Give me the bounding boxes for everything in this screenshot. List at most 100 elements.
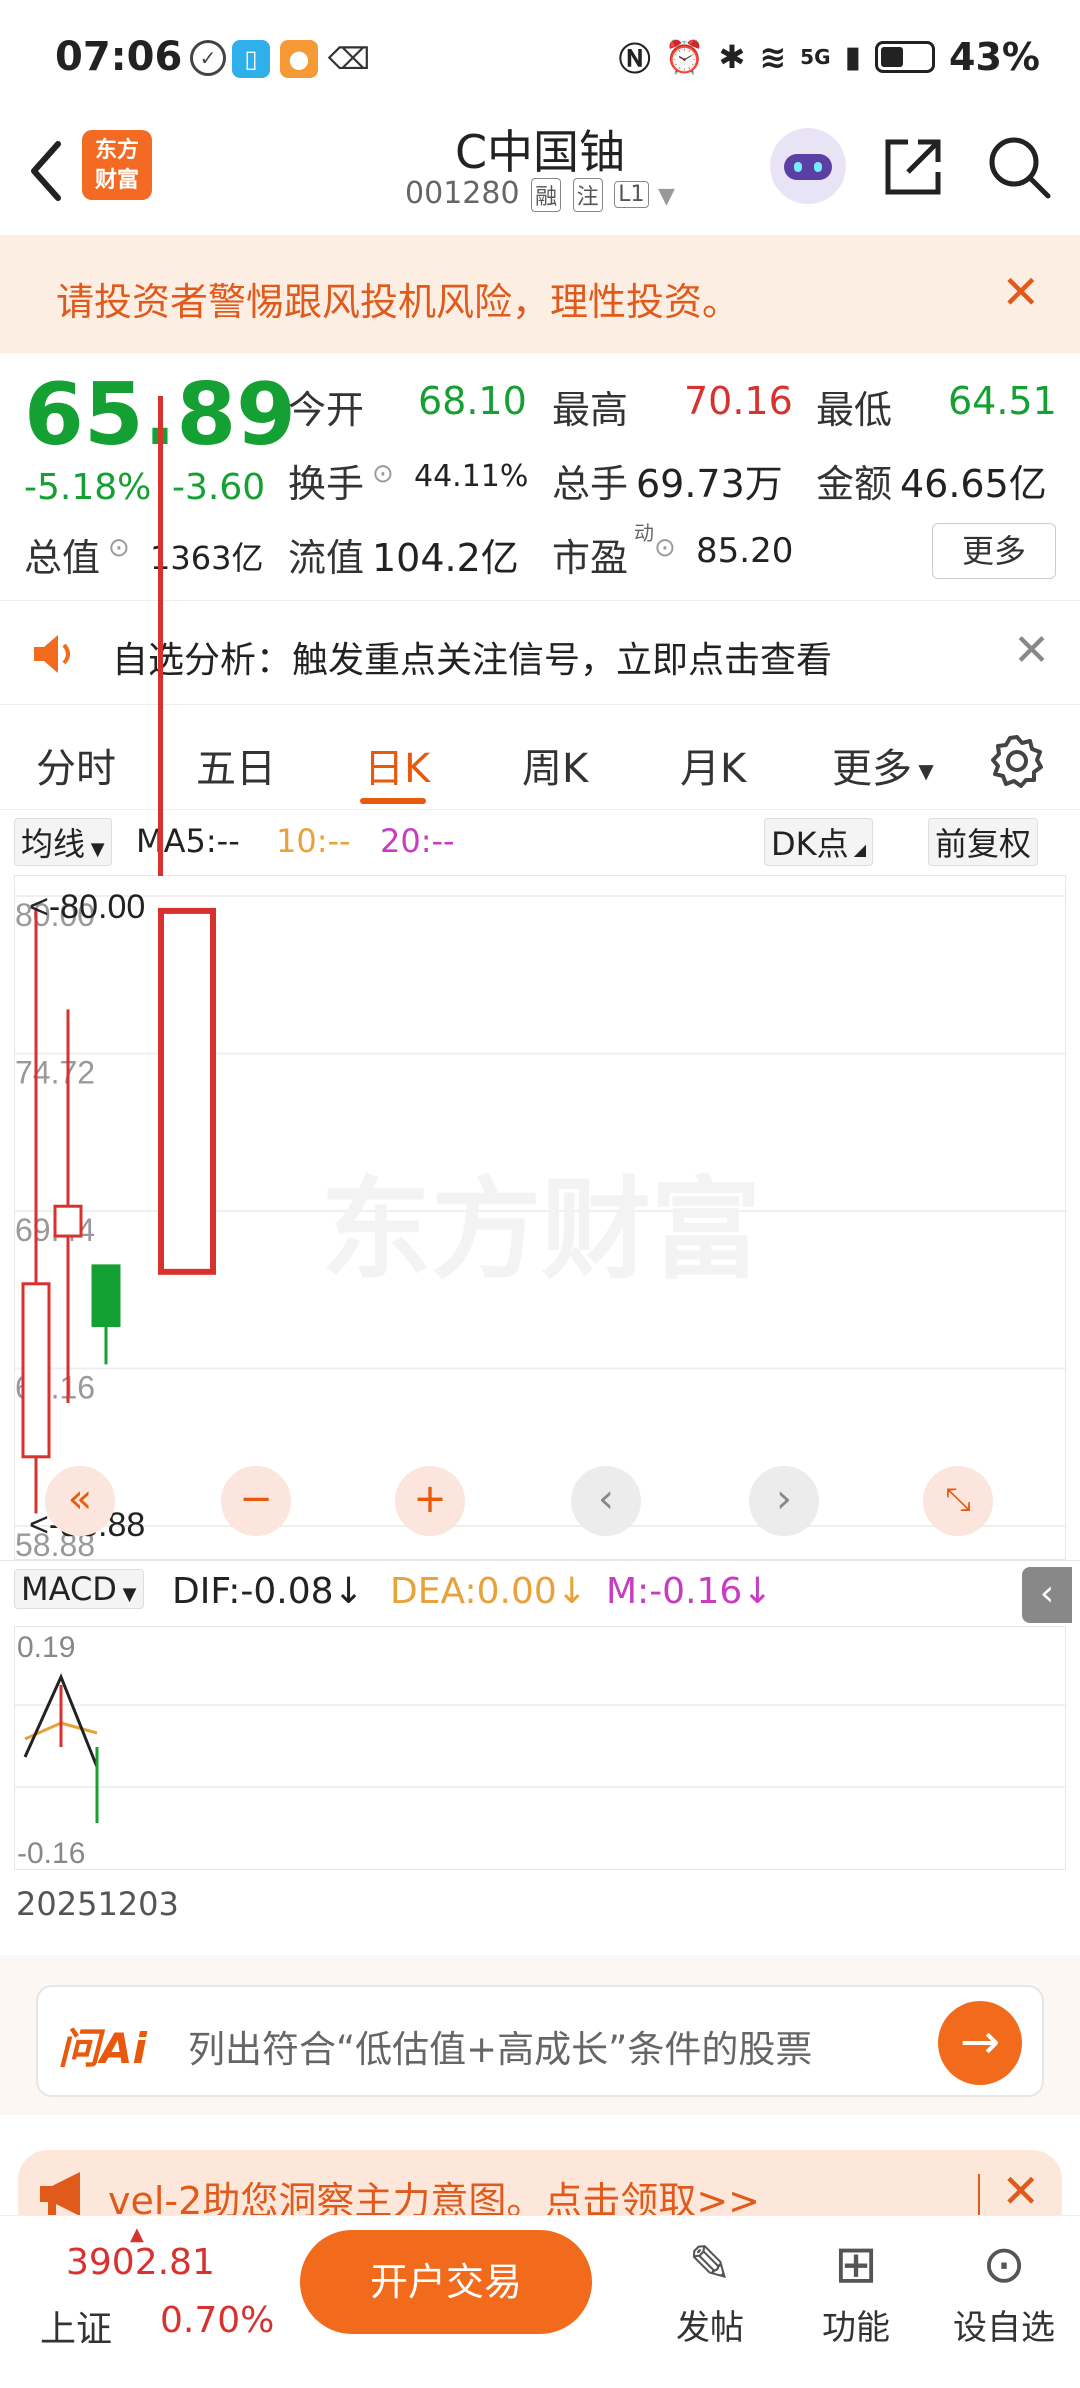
wifi-icon: ≋	[759, 38, 787, 76]
open-label: 今开	[288, 388, 365, 432]
notice-text: 自选分析：触发重点关注信号，立即点击查看	[112, 640, 833, 681]
macd-m: M:-0.16↓	[606, 1571, 773, 1612]
nav-functions[interactable]: ⊞ 功能	[796, 2230, 916, 2349]
volume-value: 69.73万	[636, 462, 783, 506]
info-icon[interactable]: ⊙	[654, 533, 676, 563]
amount-value: 46.65亿	[900, 462, 1047, 506]
highlight-line	[158, 396, 163, 876]
index-widget[interactable]: ▲ 3902.81 上证 0.70%	[40, 2216, 280, 2366]
index-value: 3902.81	[66, 2242, 215, 2283]
megaphone-icon	[40, 2172, 80, 2216]
change-percent: -5.18%	[24, 467, 152, 508]
risk-warning-text: 请投资者警惕跟风投机风险，理性投资。	[56, 280, 741, 324]
edit-icon: ✎	[688, 2235, 732, 2295]
open-value: 68.10	[418, 379, 527, 423]
caret-down-icon: ▼	[658, 184, 675, 209]
macd-dif: DIF:-0.08↓	[172, 1571, 364, 1612]
open-account-trade-button[interactable]: 开户交易	[300, 2230, 592, 2334]
next-button[interactable]: ›	[749, 1466, 819, 1536]
tab-five-day[interactable]: 五日	[196, 736, 276, 794]
mktcap-value: 1363亿	[150, 539, 264, 577]
battery-icon	[875, 41, 936, 73]
nav-post[interactable]: ✎ 发帖	[650, 2230, 770, 2349]
tab-intraday[interactable]: 分时	[36, 736, 116, 794]
fullscreen-button[interactable]: ⤡	[923, 1466, 993, 1536]
close-icon[interactable]: ✕	[1001, 265, 1040, 319]
high-label: 最高	[552, 388, 629, 432]
macd-indicator-row: MACD ▼ DIF:-0.08↓ DEA:0.00↓ M:-0.16↓ ‹	[0, 1560, 1080, 1626]
chart-date: 20251203	[16, 1885, 179, 1923]
close-icon[interactable]: ✕	[1001, 2164, 1040, 2218]
ai-brand: 问Ai	[58, 2024, 147, 2073]
search-icon[interactable]	[984, 132, 1054, 202]
nfc-icon: Ⓝ	[618, 40, 651, 78]
active-tab-indicator	[360, 798, 426, 804]
tag-registration: 注	[572, 177, 603, 212]
speed-icon: ✓	[190, 40, 226, 76]
nav-add-watchlist[interactable]: ⊙ 设自选	[944, 2230, 1064, 2349]
close-icon[interactable]: ✕	[1013, 625, 1050, 676]
ai-search-box[interactable]: 问Ai 列出符合“低估值+高成长”条件的股票 →	[36, 1985, 1044, 2097]
dk-point-button[interactable]: DK点 ◢	[764, 818, 874, 866]
candle-body	[91, 1264, 121, 1328]
battery-percent: 43%	[949, 35, 1040, 79]
tag-level: L1	[614, 181, 649, 208]
float-label: 流值	[288, 536, 365, 580]
more-quote-button[interactable]: 更多	[932, 523, 1056, 579]
tab-daily-k[interactable]: 日K	[364, 736, 430, 794]
robot-avatar-icon[interactable]	[770, 128, 846, 204]
watermark: 东方财富	[321, 1169, 761, 1292]
status-time: 07:06	[55, 34, 183, 80]
candle-body	[53, 1204, 83, 1238]
scroll-left-fast-button[interactable]: «	[45, 1466, 115, 1536]
index-name: 上证	[40, 2309, 113, 2350]
volume-label: 总手	[552, 462, 629, 506]
turnover-label: 换手	[288, 462, 365, 506]
y-axis-label: 74.72	[15, 1055, 95, 1091]
mktcap-label: 总值	[24, 536, 101, 580]
macd-chart[interactable]: 0.19 -0.16	[14, 1626, 1067, 1870]
status-right: Ⓝ ⏰ ✱ ≋ 5G ▮ 43%	[619, 34, 1040, 80]
info-icon[interactable]: ⊙	[108, 533, 130, 563]
risk-warning-banner: 请投资者警惕跟风投机风险，理性投资。 ✕	[0, 235, 1080, 353]
signal-icon: ▮	[844, 39, 862, 75]
prev-button[interactable]: ‹	[571, 1466, 641, 1536]
info-icon[interactable]: ⊙	[372, 459, 394, 489]
high-value: 70.16	[684, 379, 793, 423]
candle-body	[158, 907, 216, 1275]
index-percent: 0.70%	[160, 2300, 275, 2341]
status-bar: 07:06 ✓ ▯ ● ⌫ Ⓝ ⏰ ✱ ≋ 5G ▮ 43%	[0, 0, 1080, 110]
ma-type-select[interactable]: 均线 ▼	[14, 818, 112, 866]
zoom-in-button[interactable]: +	[395, 1466, 465, 1536]
macd-y-top: 0.19	[17, 1631, 75, 1664]
adjust-button[interactable]: 前复权	[928, 818, 1039, 866]
bottom-nav: ▲ 3902.81 上证 0.70% 开户交易 ✎ 发帖 ⊞ 功能 ⊙ 设自选	[0, 2215, 1080, 2388]
share-icon[interactable]	[880, 134, 946, 200]
arrow-right-icon[interactable]: →	[938, 2001, 1022, 2085]
float-value: 104.2亿	[372, 536, 519, 580]
ma5-value: MA5:--	[136, 822, 240, 860]
tab-monthly-k[interactable]: 月K	[680, 736, 746, 794]
speaker-icon	[34, 635, 70, 673]
tab-more[interactable]: 更多 ▼	[832, 736, 934, 794]
grid-icon: ⊞	[834, 2235, 878, 2295]
candle-body	[21, 1282, 51, 1459]
divider	[978, 2174, 980, 2218]
book-app-icon: ▯	[232, 40, 270, 78]
tab-weekly-k[interactable]: 周K	[522, 736, 588, 794]
pe-value: 85.20	[696, 531, 794, 571]
kline-chart[interactable]: 东方财富 80.0074.7269.4464.1658.88 <-80.00 <…	[14, 396, 1067, 1561]
pe-label: 市盈	[552, 536, 629, 580]
bluetooth-icon: ✱	[718, 38, 746, 76]
chat-app-icon: ●	[280, 40, 318, 78]
zoom-out-button[interactable]: −	[221, 1466, 291, 1536]
turnover-value: 44.11%	[414, 459, 529, 494]
macd-type-select[interactable]: MACD ▼	[14, 1569, 144, 1609]
max-price-marker: <-80.00	[29, 888, 145, 926]
macd-svg: 0.19 -0.16	[15, 1631, 1067, 1870]
pe-sup: 动	[634, 521, 654, 545]
collapse-panel-button[interactable]: ‹	[1022, 1567, 1072, 1623]
ma20-value: 20:--	[380, 822, 455, 860]
gear-icon[interactable]	[990, 734, 1044, 788]
kline-svg: 东方财富 80.0074.7269.4464.1658.88 <-80.00 <…	[15, 888, 1067, 1561]
